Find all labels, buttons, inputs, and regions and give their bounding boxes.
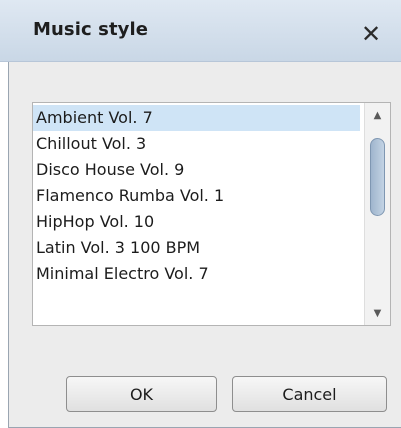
cancel-button[interactable]: Cancel bbox=[232, 376, 387, 412]
list-item[interactable]: Flamenco Rumba Vol. 1 bbox=[33, 183, 360, 209]
dialog-title: Music style bbox=[33, 19, 149, 40]
dialog-content: Ambient Vol. 7 Chillout Vol. 3 Disco Hou… bbox=[8, 62, 401, 428]
list-item[interactable]: Chillout Vol. 3 bbox=[33, 131, 360, 157]
list-item[interactable]: HipHop Vol. 10 bbox=[33, 209, 360, 235]
scrollbar-thumb[interactable] bbox=[370, 138, 385, 216]
list-item[interactable]: Latin Vol. 3 100 BPM bbox=[33, 235, 360, 261]
title-bar[interactable]: Music style ✕ bbox=[0, 0, 401, 62]
scroll-up-icon[interactable]: ▲ bbox=[365, 105, 390, 125]
list-item[interactable]: Ambient Vol. 7 bbox=[33, 105, 360, 131]
music-style-listbox[interactable]: Ambient Vol. 7 Chillout Vol. 3 Disco Hou… bbox=[32, 102, 391, 326]
music-style-list: Ambient Vol. 7 Chillout Vol. 3 Disco Hou… bbox=[33, 105, 360, 287]
ok-button[interactable]: OK bbox=[66, 376, 217, 412]
list-item[interactable]: Disco House Vol. 9 bbox=[33, 157, 360, 183]
music-style-dialog: Music style ✕ Ambient Vol. 7 Chillout Vo… bbox=[0, 0, 401, 428]
list-item[interactable]: Minimal Electro Vol. 7 bbox=[33, 261, 360, 287]
close-icon[interactable]: ✕ bbox=[355, 18, 387, 50]
scroll-down-icon[interactable]: ▼ bbox=[365, 303, 390, 323]
vertical-scrollbar[interactable]: ▲ ▼ bbox=[364, 103, 390, 325]
